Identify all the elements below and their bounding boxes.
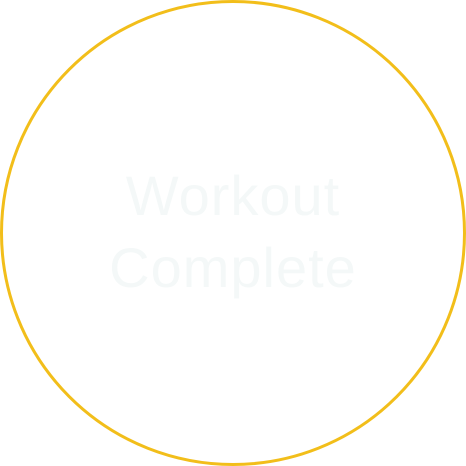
completion-message: Workout Complete (0, 160, 466, 304)
completion-message-line-2: Complete (109, 236, 357, 299)
workout-complete-screen: Workout Complete (0, 0, 466, 466)
completion-message-line-1: Workout (125, 164, 341, 227)
